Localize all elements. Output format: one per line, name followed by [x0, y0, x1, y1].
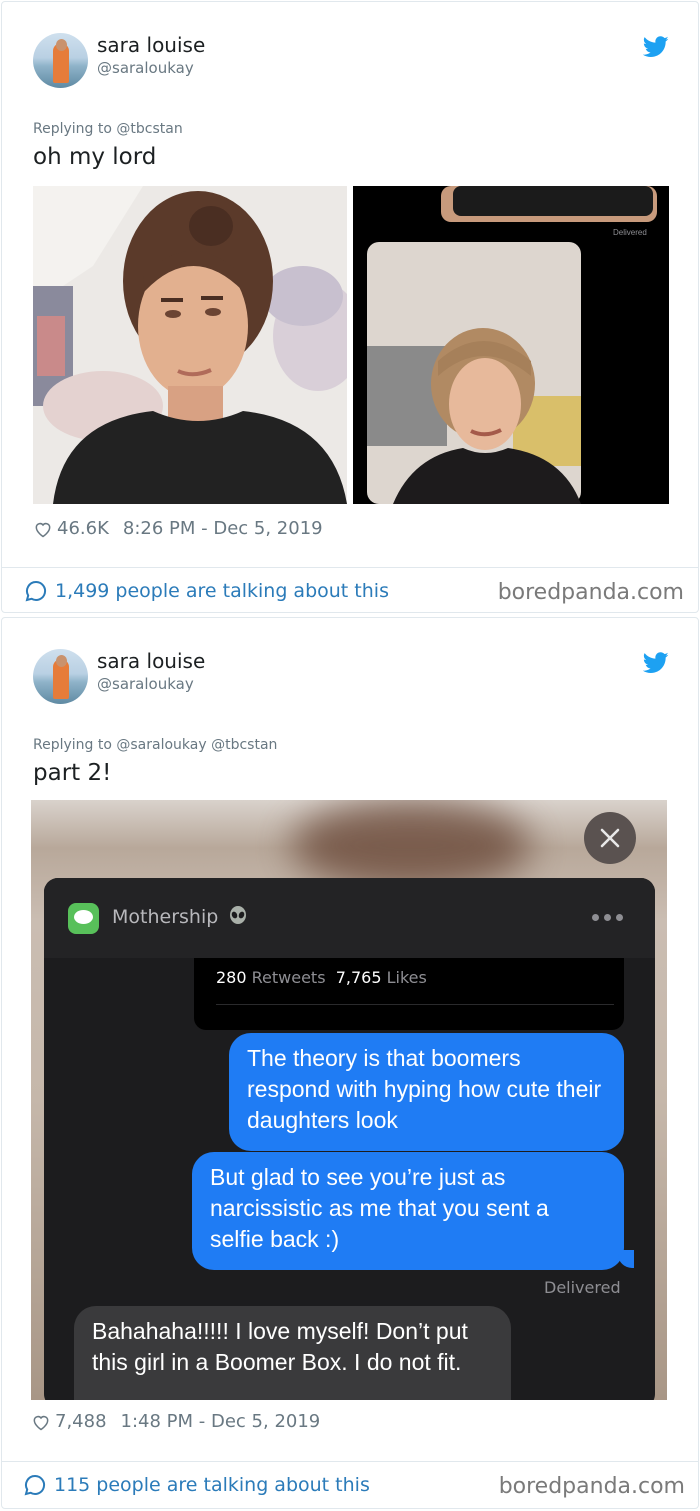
twitter-bird-icon[interactable] [643, 652, 669, 674]
more-options-icon[interactable] [592, 914, 623, 921]
talking-link[interactable]: 115 people are talking about this [23, 1473, 370, 1497]
close-button[interactable] [584, 812, 636, 864]
display-name[interactable]: sara louise [97, 649, 205, 673]
sent-message-bubble: The theory is that boomers respond with … [229, 1033, 624, 1151]
delivered-status: Delivered [544, 1278, 621, 1297]
tweet-photo-screenshot[interactable]: Mothership 280 Retweets 7,765 Likes The … [31, 800, 667, 1400]
talking-text[interactable]: 115 people are talking about this [54, 1474, 370, 1496]
divider [2, 567, 698, 568]
replying-to[interactable]: Replying to @saraloukay @tbcstan [33, 737, 277, 753]
quoted-tweet: 280 Retweets 7,765 Likes [194, 958, 624, 1030]
like-count[interactable]: 7,488 [55, 1411, 107, 1432]
watermark: boredpanda.com [497, 580, 684, 605]
twitter-bird-icon[interactable] [643, 36, 669, 58]
avatar[interactable] [33, 33, 88, 88]
tweet-meta: 7,488 1:48 PM - Dec 5, 2019 [31, 1411, 320, 1432]
tweet-meta: 46.6K 8:26 PM - Dec 5, 2019 [33, 518, 323, 539]
user-handle[interactable]: @saraloukay [97, 59, 194, 77]
bubble-tail [618, 1250, 634, 1268]
speech-bubble-icon [24, 1474, 46, 1496]
avatar[interactable] [33, 649, 88, 704]
divider [2, 1461, 698, 1462]
speech-bubble-icon [25, 580, 47, 602]
talking-text[interactable]: 1,499 people are talking about this [55, 580, 389, 602]
received-message-bubble: Bahahaha!!!!! I love myself! Don’t put t… [74, 1306, 511, 1400]
close-icon [600, 828, 620, 848]
tweet-text: part 2! [33, 760, 112, 786]
conversation-header: Mothership [44, 878, 655, 958]
heart-icon[interactable] [33, 519, 53, 539]
imessage-panel: Mothership 280 Retweets 7,765 Likes The … [44, 878, 655, 1400]
tweet-photo-1[interactable] [33, 186, 347, 504]
timestamp[interactable]: 8:26 PM - Dec 5, 2019 [123, 518, 323, 539]
messages-app-icon [68, 903, 99, 934]
quoted-stats: 280 Retweets 7,765 Likes [216, 968, 427, 987]
watermark: boredpanda.com [498, 1474, 685, 1499]
conversation-name: Mothership [112, 906, 248, 928]
like-count[interactable]: 46.6K [57, 518, 109, 539]
user-handle[interactable]: @saraloukay [97, 675, 194, 693]
talking-link[interactable]: 1,499 people are talking about this [24, 579, 389, 603]
delivered-label: Delivered [613, 228, 647, 237]
alien-icon [228, 906, 248, 926]
replying-to[interactable]: Replying to @tbcstan [33, 121, 183, 137]
timestamp[interactable]: 1:48 PM - Dec 5, 2019 [121, 1411, 321, 1432]
tweet-card: sara louise @saraloukay Replying to @tbc… [1, 1, 699, 613]
display-name[interactable]: sara louise [97, 33, 205, 57]
heart-icon[interactable] [31, 1412, 51, 1432]
tweet-text: oh my lord [33, 144, 157, 170]
sent-message-bubble: But glad to see you’re just as narcissis… [192, 1152, 624, 1270]
tweet-photo-2[interactable]: Delivered [353, 186, 669, 504]
